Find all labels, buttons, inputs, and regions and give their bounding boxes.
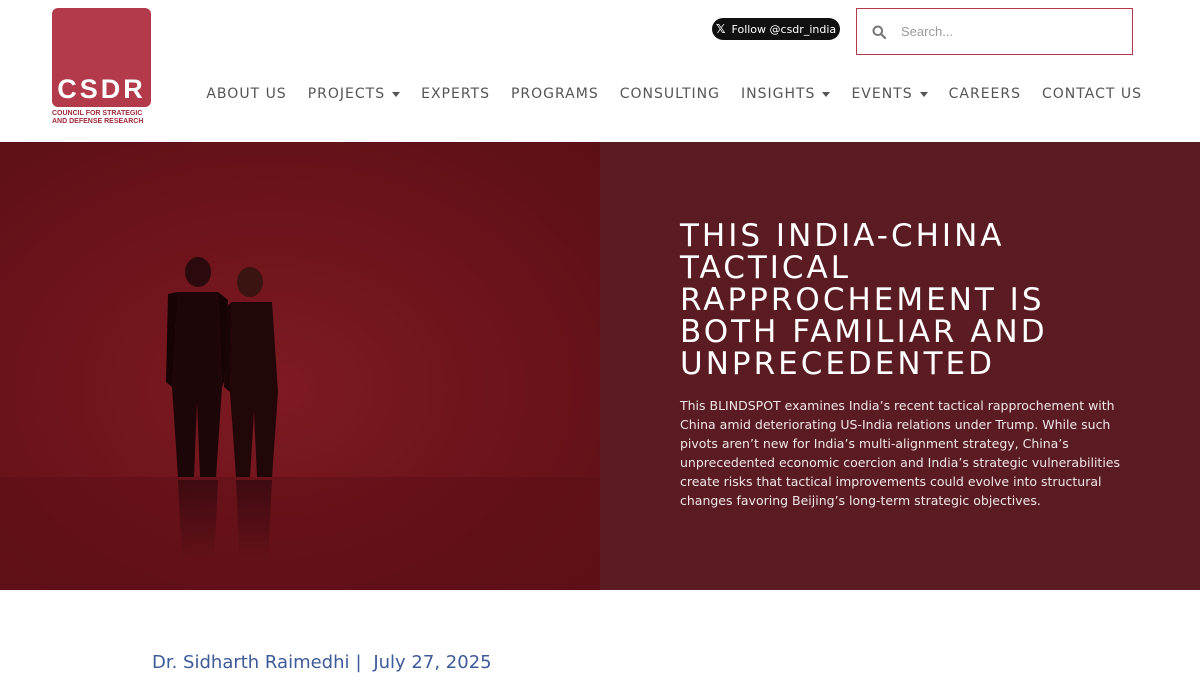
article-byline: Dr. Sidharth Raimedhi | July 27, 2025 (152, 652, 492, 673)
follow-on-x-button[interactable]: 𝕏 Follow @csdr_india (712, 18, 840, 40)
chevron-down-icon (822, 91, 831, 97)
site-header: CSDR COUNCIL FOR STRATEGIC AND DEFENSE R… (0, 0, 1200, 142)
logo-text: CSDR (57, 74, 146, 104)
nav-contact-us-label: CONTACT US (1042, 86, 1142, 102)
byline-separator: | (355, 652, 362, 673)
nav-programs[interactable]: PROGRAMS (511, 86, 599, 102)
two-leaders-silhouette-image (0, 257, 600, 590)
nav-about-us[interactable]: ABOUT US (206, 86, 286, 102)
publish-date: July 27, 2025 (373, 652, 492, 673)
nav-careers-label: CAREERS (948, 86, 1022, 102)
nav-projects-label: PROJECTS (307, 86, 386, 102)
nav-experts-label: EXPERTS (421, 86, 490, 102)
nav-projects[interactable]: PROJECTS (307, 86, 401, 102)
chevron-down-icon (392, 91, 401, 97)
nav-consulting-label: CONSULTING (619, 86, 720, 102)
main-nav: ABOUT US PROJECTS EXPERTS PROGRAMS CONSU… (185, 86, 1142, 102)
csdr-logo[interactable]: CSDR COUNCIL FOR STRATEGIC AND DEFENSE R… (52, 8, 152, 130)
nav-insights[interactable]: INSIGHTS (741, 86, 831, 102)
search-input[interactable] (901, 24, 1101, 39)
logo-subtitle-line1: COUNCIL FOR STRATEGIC (52, 110, 143, 117)
chevron-down-icon (919, 91, 928, 97)
search-icon (872, 25, 887, 39)
nav-experts[interactable]: EXPERTS (421, 86, 490, 102)
nav-about-us-label: ABOUT US (206, 86, 287, 102)
nav-careers[interactable]: CAREERS (949, 86, 1021, 102)
nav-events-label: EVENTS (851, 86, 913, 102)
nav-contact-us[interactable]: CONTACT US (1042, 86, 1142, 102)
article-title: THIS INDIA-CHINA TACTICAL RAPPROCHEMENT … (680, 218, 1048, 382)
author-link[interactable]: Dr. Sidharth Raimedhi (152, 652, 350, 673)
nav-consulting[interactable]: CONSULTING (620, 86, 720, 102)
hero-text-panel: THIS INDIA-CHINA TACTICAL RAPPROCHEMENT … (600, 142, 1200, 590)
logo-subtitle-line2: AND DEFENSE RESEARCH (52, 118, 144, 125)
nav-events[interactable]: EVENTS (851, 86, 928, 102)
search-box[interactable] (856, 8, 1133, 55)
nav-insights-label: INSIGHTS (741, 86, 816, 102)
hero-image (0, 142, 600, 590)
logo-subtitle: COUNCIL FOR STRATEGIC AND DEFENSE RESEAR… (52, 110, 152, 126)
x-logo-icon: 𝕏 (715, 22, 726, 36)
follow-label: Follow @csdr_india (731, 22, 837, 36)
hero-section: THIS INDIA-CHINA TACTICAL RAPPROCHEMENT … (0, 142, 1200, 590)
article-summary: This BLINDSPOT examines India’s recent t… (680, 398, 1121, 508)
nav-programs-label: PROGRAMS (510, 86, 599, 102)
logo-mark: CSDR (52, 8, 151, 107)
